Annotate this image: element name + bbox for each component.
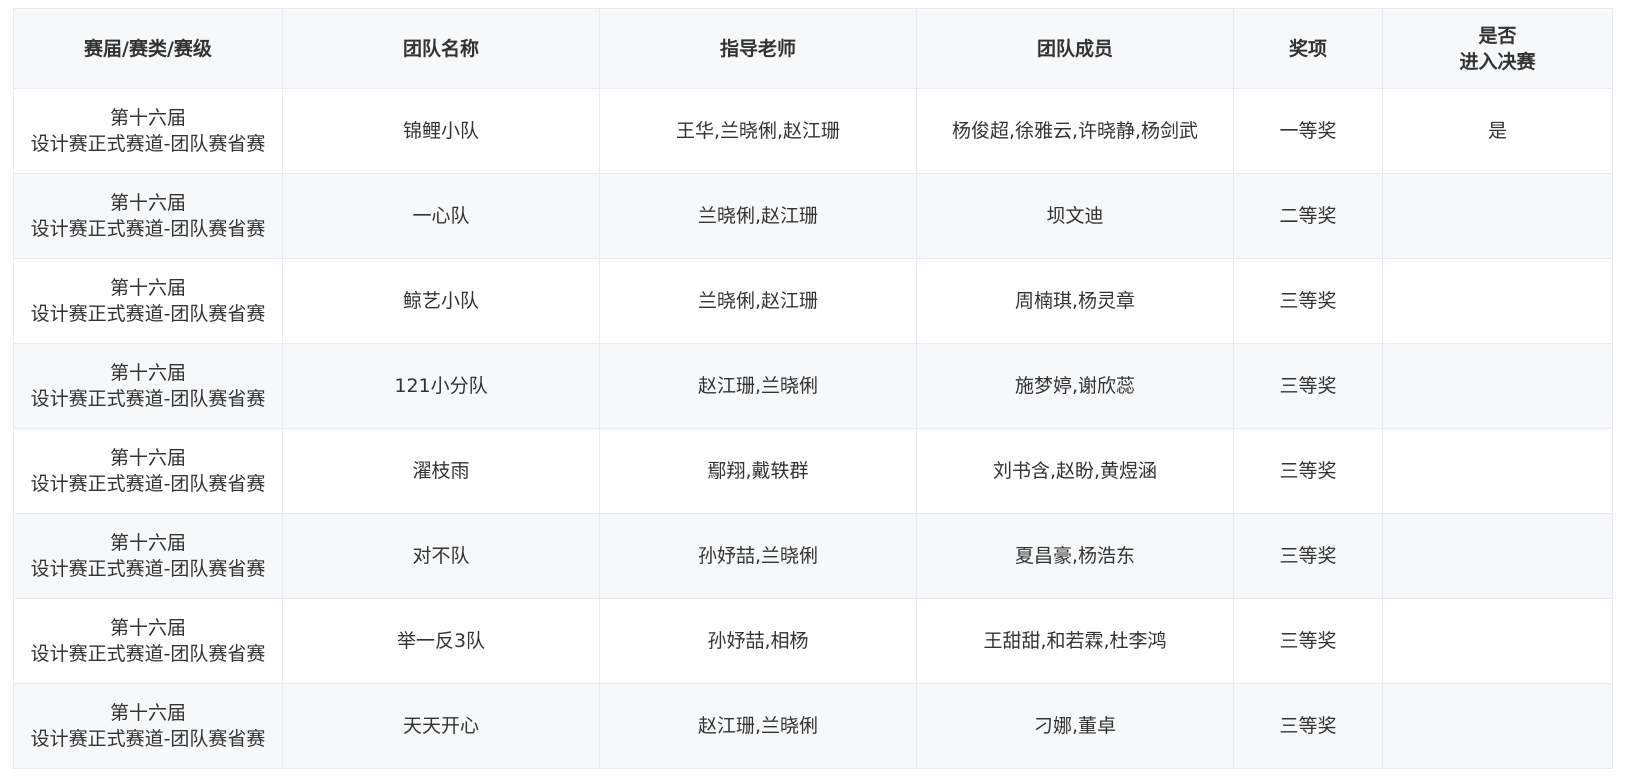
cell-advisor: 孙妤喆,相杨 [599,598,917,684]
header-members: 团队成员 [916,8,1234,89]
cell-advisor: 兰晓俐,赵江珊 [599,173,917,259]
cell-award: 三等奖 [1233,683,1383,769]
table-row: 第十六届 设计赛正式赛道-团队赛省赛 举一反3队 孙妤喆,相杨 王甜甜,和若霖,… [13,598,1613,684]
cell-members: 周楠琪,杨灵章 [916,258,1234,344]
session-line1: 第十六届 [109,532,186,554]
cell-advisor: 兰晓俐,赵江珊 [599,258,917,344]
awards-table: 赛届/赛类/赛级 团队名称 指导老师 团队成员 奖项 是否 进入决赛 第十六届 … [13,8,1613,769]
session-line1: 第十六届 [109,107,186,129]
cell-team-name: 121小分队 [282,343,600,429]
cell-advisor: 孙妤喆,兰晓俐 [599,513,917,599]
cell-members: 刁娜,董卓 [916,683,1234,769]
cell-team-name: 一心队 [282,173,600,259]
cell-session: 第十六届 设计赛正式赛道-团队赛省赛 [13,598,283,684]
session-line1: 第十六届 [109,617,186,639]
header-final: 是否 进入决赛 [1382,8,1613,89]
cell-team-name: 天天开心 [282,683,600,769]
header-final-line2: 进入决赛 [1459,50,1536,73]
cell-members: 施梦婷,谢欣蕊 [916,343,1234,429]
header-advisor: 指导老师 [599,8,917,89]
cell-session: 第十六届 设计赛正式赛道-团队赛省赛 [13,428,283,514]
session-line1: 第十六届 [109,447,186,469]
cell-advisor: 赵江珊,兰晓俐 [599,683,917,769]
session-line2: 设计赛正式赛道-团队赛省赛 [30,303,266,325]
session-line1: 第十六届 [109,362,186,384]
table-row: 第十六届 设计赛正式赛道-团队赛省赛 濯枝雨 鄢翔,戴轶群 刘书含,赵盼,黄煜涵… [13,428,1613,514]
header-team-name: 团队名称 [282,8,600,89]
cell-team-name: 鲸艺小队 [282,258,600,344]
cell-team-name: 锦鲤小队 [282,88,600,174]
table-row: 第十六届 设计赛正式赛道-团队赛省赛 锦鲤小队 王华,兰晓俐,赵江珊 杨俊超,徐… [13,88,1613,174]
table-row: 第十六届 设计赛正式赛道-团队赛省赛 鲸艺小队 兰晓俐,赵江珊 周楠琪,杨灵章 … [13,258,1613,344]
session-line1: 第十六届 [109,192,186,214]
session-line2: 设计赛正式赛道-团队赛省赛 [30,473,266,495]
cell-award: 三等奖 [1233,258,1383,344]
table-body: 第十六届 设计赛正式赛道-团队赛省赛 锦鲤小队 王华,兰晓俐,赵江珊 杨俊超,徐… [13,88,1613,769]
session-line2: 设计赛正式赛道-团队赛省赛 [30,643,266,665]
cell-advisor: 鄢翔,戴轶群 [599,428,917,514]
cell-award: 三等奖 [1233,513,1383,599]
cell-advisor: 赵江珊,兰晓俐 [599,343,917,429]
header-row: 赛届/赛类/赛级 团队名称 指导老师 团队成员 奖项 是否 进入决赛 [13,8,1613,89]
cell-team-name: 对不队 [282,513,600,599]
cell-final [1382,598,1613,684]
awards-table-container: 赛届/赛类/赛级 团队名称 指导老师 团队成员 奖项 是否 进入决赛 第十六届 … [13,8,1613,769]
cell-final [1382,513,1613,599]
session-line1: 第十六届 [109,277,186,299]
session-line2: 设计赛正式赛道-团队赛省赛 [30,558,266,580]
cell-advisor: 王华,兰晓俐,赵江珊 [599,88,917,174]
table-header: 赛届/赛类/赛级 团队名称 指导老师 团队成员 奖项 是否 进入决赛 [13,8,1613,89]
cell-award: 三等奖 [1233,343,1383,429]
cell-session: 第十六届 设计赛正式赛道-团队赛省赛 [13,513,283,599]
table-row: 第十六届 设计赛正式赛道-团队赛省赛 对不队 孙妤喆,兰晓俐 夏昌豪,杨浩东 三… [13,513,1613,599]
cell-members: 杨俊超,徐雅云,许晓静,杨剑武 [916,88,1234,174]
table-row: 第十六届 设计赛正式赛道-团队赛省赛 一心队 兰晓俐,赵江珊 坝文迪 二等奖 [13,173,1613,259]
cell-final [1382,258,1613,344]
header-award: 奖项 [1233,8,1383,89]
cell-award: 三等奖 [1233,598,1383,684]
cell-award: 一等奖 [1233,88,1383,174]
cell-session: 第十六届 设计赛正式赛道-团队赛省赛 [13,88,283,174]
header-final-line1: 是否 [1478,24,1517,47]
cell-members: 刘书含,赵盼,黄煜涵 [916,428,1234,514]
cell-award: 三等奖 [1233,428,1383,514]
cell-final [1382,343,1613,429]
cell-final [1382,173,1613,259]
table-row: 第十六届 设计赛正式赛道-团队赛省赛 121小分队 赵江珊,兰晓俐 施梦婷,谢欣… [13,343,1613,429]
session-line2: 设计赛正式赛道-团队赛省赛 [30,388,266,410]
session-line2: 设计赛正式赛道-团队赛省赛 [30,728,266,750]
session-line1: 第十六届 [109,702,186,724]
cell-session: 第十六届 设计赛正式赛道-团队赛省赛 [13,343,283,429]
cell-members: 坝文迪 [916,173,1234,259]
session-line2: 设计赛正式赛道-团队赛省赛 [30,218,266,240]
header-session: 赛届/赛类/赛级 [13,8,283,89]
cell-award: 二等奖 [1233,173,1383,259]
cell-session: 第十六届 设计赛正式赛道-团队赛省赛 [13,258,283,344]
cell-team-name: 举一反3队 [282,598,600,684]
cell-final [1382,428,1613,514]
cell-final: 是 [1382,88,1613,174]
cell-session: 第十六届 设计赛正式赛道-团队赛省赛 [13,683,283,769]
cell-team-name: 濯枝雨 [282,428,600,514]
cell-members: 王甜甜,和若霖,杜李鸿 [916,598,1234,684]
cell-final [1382,683,1613,769]
table-row: 第十六届 设计赛正式赛道-团队赛省赛 天天开心 赵江珊,兰晓俐 刁娜,董卓 三等… [13,683,1613,769]
cell-session: 第十六届 设计赛正式赛道-团队赛省赛 [13,173,283,259]
cell-members: 夏昌豪,杨浩东 [916,513,1234,599]
session-line2: 设计赛正式赛道-团队赛省赛 [30,133,266,155]
